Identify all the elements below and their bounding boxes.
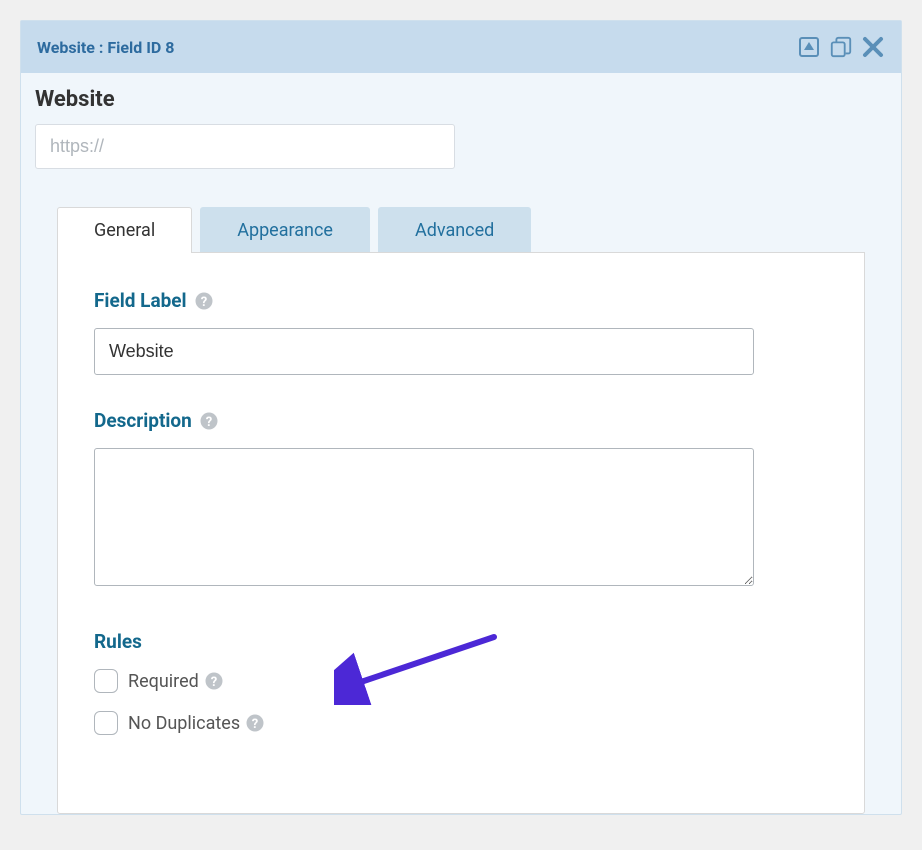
field-preview-label: Website bbox=[35, 87, 887, 112]
description-text: Description bbox=[94, 409, 192, 432]
no-duplicates-checkbox[interactable] bbox=[94, 711, 118, 735]
required-label: Required ? bbox=[128, 671, 223, 692]
close-icon[interactable] bbox=[861, 35, 885, 59]
field-settings-panel: Website : Field ID 8 bbox=[20, 20, 902, 815]
help-icon[interactable]: ? bbox=[205, 672, 223, 690]
field-preview-input[interactable] bbox=[35, 124, 455, 169]
rules-text: Rules bbox=[94, 630, 142, 653]
rules-heading: Rules bbox=[94, 630, 828, 653]
help-icon[interactable]: ? bbox=[200, 412, 218, 430]
required-checkbox[interactable] bbox=[94, 669, 118, 693]
svg-text:?: ? bbox=[252, 717, 258, 732]
panel-header: Website : Field ID 8 bbox=[21, 21, 901, 73]
field-label-heading: Field Label ? bbox=[94, 289, 828, 312]
field-label-text: Field Label bbox=[94, 289, 187, 312]
help-icon[interactable]: ? bbox=[195, 292, 213, 310]
description-heading: Description ? bbox=[94, 409, 828, 432]
panel-actions bbox=[797, 35, 885, 59]
tab-content-general: Field Label ? Description ? bbox=[57, 252, 865, 814]
rule-no-duplicates-row: No Duplicates ? bbox=[94, 711, 828, 735]
required-label-text: Required bbox=[128, 671, 199, 692]
no-duplicates-label: No Duplicates ? bbox=[128, 713, 264, 734]
panel-body: Website General Appearance Advanced Fiel… bbox=[21, 73, 901, 814]
tabs-container: General Appearance Advanced Field Label … bbox=[35, 207, 887, 814]
collapse-icon[interactable] bbox=[797, 35, 821, 59]
rule-required-row: Required ? bbox=[94, 669, 828, 693]
rules-section: Rules Required ? bbox=[94, 630, 828, 735]
field-label-input[interactable] bbox=[94, 328, 754, 375]
tab-appearance[interactable]: Appearance bbox=[200, 207, 370, 253]
panel-title: Website : Field ID 8 bbox=[37, 38, 174, 57]
tab-general[interactable]: General bbox=[57, 207, 192, 253]
tab-advanced[interactable]: Advanced bbox=[378, 207, 531, 253]
svg-text:?: ? bbox=[206, 415, 212, 430]
duplicate-icon[interactable] bbox=[829, 35, 853, 59]
svg-text:?: ? bbox=[211, 675, 217, 690]
description-textarea[interactable] bbox=[94, 448, 754, 586]
no-duplicates-label-text: No Duplicates bbox=[128, 713, 240, 734]
tabs: General Appearance Advanced bbox=[57, 207, 865, 253]
svg-text:?: ? bbox=[200, 295, 206, 310]
help-icon[interactable]: ? bbox=[246, 714, 264, 732]
